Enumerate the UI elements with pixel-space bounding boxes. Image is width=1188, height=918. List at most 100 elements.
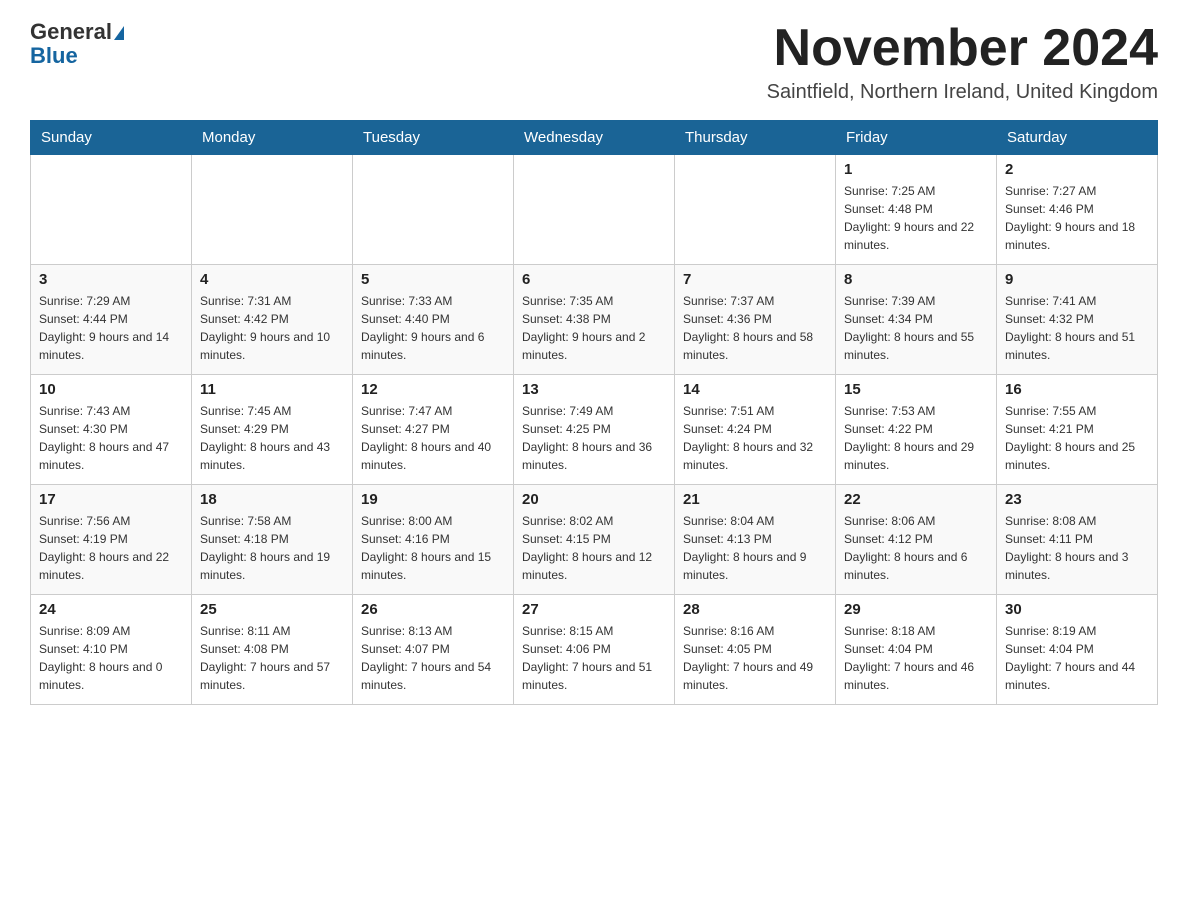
day-info: Sunrise: 7:25 AMSunset: 4:48 PMDaylight:… (844, 182, 988, 254)
calendar-cell: 6 Sunrise: 7:35 AMSunset: 4:38 PMDaylight… (514, 265, 675, 375)
logo-general-text: General (30, 19, 112, 44)
day-number: 4 (200, 271, 344, 288)
day-number: 8 (844, 271, 988, 288)
day-number: 7 (683, 271, 827, 288)
day-info: Sunrise: 8:00 AMSunset: 4:16 PMDaylight:… (361, 512, 505, 584)
day-number: 9 (1005, 271, 1149, 288)
day-number: 10 (39, 381, 183, 398)
day-number: 1 (844, 161, 988, 178)
day-info: Sunrise: 8:08 AMSunset: 4:11 PMDaylight:… (1005, 512, 1149, 584)
calendar-cell: 22Sunrise: 8:06 AMSunset: 4:12 PMDayligh… (836, 485, 997, 595)
day-number: 25 (200, 601, 344, 618)
day-info: Sunrise: 7:39 AMSunset: 4:34 PMDaylight:… (844, 292, 988, 364)
calendar-cell: 2 Sunrise: 7:27 AMSunset: 4:46 PMDaylight… (997, 155, 1158, 265)
day-info: Sunrise: 7:53 AMSunset: 4:22 PMDaylight:… (844, 402, 988, 474)
day-header-tuesday: Tuesday (353, 121, 514, 155)
day-number: 11 (200, 381, 344, 398)
logo: General Blue (30, 20, 124, 68)
day-info: Sunrise: 8:19 AMSunset: 4:04 PMDaylight:… (1005, 622, 1149, 694)
day-info: Sunrise: 7:49 AMSunset: 4:25 PMDaylight:… (522, 402, 666, 474)
calendar-cell: 15 Sunrise: 7:53 AMSunset: 4:22 PMDayligh… (836, 375, 997, 485)
calendar-cell: 14 Sunrise: 7:51 AMSunset: 4:24 PMDayligh… (675, 375, 836, 485)
calendar-cell: 10Sunrise: 7:43 AMSunset: 4:30 PMDayligh… (31, 375, 192, 485)
day-info: Sunrise: 7:47 AMSunset: 4:27 PMDaylight:… (361, 402, 505, 474)
day-info: Sunrise: 8:15 AMSunset: 4:06 PMDaylight:… (522, 622, 666, 694)
day-number: 12 (361, 381, 505, 398)
day-info: Sunrise: 7:37 AMSunset: 4:36 PMDaylight:… (683, 292, 827, 364)
week-row-2: 3 Sunrise: 7:29 AMSunset: 4:44 PMDaylight… (31, 265, 1158, 375)
day-number: 6 (522, 271, 666, 288)
calendar-cell: 12 Sunrise: 7:47 AMSunset: 4:27 PMDayligh… (353, 375, 514, 485)
day-info: Sunrise: 8:13 AMSunset: 4:07 PMDaylight:… (361, 622, 505, 694)
calendar-cell: 1 Sunrise: 7:25 AMSunset: 4:48 PMDaylight… (836, 155, 997, 265)
day-info: Sunrise: 7:33 AMSunset: 4:40 PMDaylight:… (361, 292, 505, 364)
day-header-friday: Friday (836, 121, 997, 155)
day-info: Sunrise: 7:55 AMSunset: 4:21 PMDaylight:… (1005, 402, 1149, 474)
calendar-cell: 7 Sunrise: 7:37 AMSunset: 4:36 PMDaylight… (675, 265, 836, 375)
calendar-cell: 11 Sunrise: 7:45 AMSunset: 4:29 PMDayligh… (192, 375, 353, 485)
day-number: 16 (1005, 381, 1149, 398)
logo-blue-text: Blue (30, 44, 124, 68)
calendar-cell: 9 Sunrise: 7:41 AMSunset: 4:32 PMDaylight… (997, 265, 1158, 375)
month-title: November 2024 (767, 20, 1158, 77)
day-number: 13 (522, 381, 666, 398)
day-number: 14 (683, 381, 827, 398)
day-number: 18 (200, 491, 344, 508)
day-info: Sunrise: 7:45 AMSunset: 4:29 PMDaylight:… (200, 402, 344, 474)
day-info: Sunrise: 7:31 AMSunset: 4:42 PMDaylight:… (200, 292, 344, 364)
day-number: 27 (522, 601, 666, 618)
day-info: Sunrise: 7:35 AMSunset: 4:38 PMDaylight:… (522, 292, 666, 364)
calendar-cell: 30Sunrise: 8:19 AMSunset: 4:04 PMDayligh… (997, 595, 1158, 705)
day-number: 22 (844, 491, 988, 508)
day-number: 24 (39, 601, 183, 618)
day-info: Sunrise: 8:16 AMSunset: 4:05 PMDaylight:… (683, 622, 827, 694)
logo-triangle-icon (114, 26, 124, 40)
day-info: Sunrise: 7:41 AMSunset: 4:32 PMDaylight:… (1005, 292, 1149, 364)
day-info: Sunrise: 8:18 AMSunset: 4:04 PMDaylight:… (844, 622, 988, 694)
calendar-cell: 8 Sunrise: 7:39 AMSunset: 4:34 PMDaylight… (836, 265, 997, 375)
day-info: Sunrise: 7:58 AMSunset: 4:18 PMDaylight:… (200, 512, 344, 584)
day-number: 2 (1005, 161, 1149, 178)
day-number: 15 (844, 381, 988, 398)
calendar-cell: 4 Sunrise: 7:31 AMSunset: 4:42 PMDaylight… (192, 265, 353, 375)
day-number: 17 (39, 491, 183, 508)
day-number: 5 (361, 271, 505, 288)
calendar-cell: 28 Sunrise: 8:16 AMSunset: 4:05 PMDayligh… (675, 595, 836, 705)
day-number: 23 (1005, 491, 1149, 508)
calendar-cell: 3 Sunrise: 7:29 AMSunset: 4:44 PMDaylight… (31, 265, 192, 375)
day-info: Sunrise: 7:56 AMSunset: 4:19 PMDaylight:… (39, 512, 183, 584)
day-info: Sunrise: 8:09 AMSunset: 4:10 PMDaylight:… (39, 622, 183, 694)
calendar-cell: 29 Sunrise: 8:18 AMSunset: 4:04 PMDayligh… (836, 595, 997, 705)
calendar-cell (353, 155, 514, 265)
calendar-cell: 26 Sunrise: 8:13 AMSunset: 4:07 PMDayligh… (353, 595, 514, 705)
calendar-cell: 23 Sunrise: 8:08 AMSunset: 4:11 PMDayligh… (997, 485, 1158, 595)
location-title: Saintfield, Northern Ireland, United Kin… (767, 81, 1158, 104)
calendar-cell: 5 Sunrise: 7:33 AMSunset: 4:40 PMDaylight… (353, 265, 514, 375)
day-info: Sunrise: 7:51 AMSunset: 4:24 PMDaylight:… (683, 402, 827, 474)
day-number: 29 (844, 601, 988, 618)
day-info: Sunrise: 7:27 AMSunset: 4:46 PMDaylight:… (1005, 182, 1149, 254)
week-row-3: 10Sunrise: 7:43 AMSunset: 4:30 PMDayligh… (31, 375, 1158, 485)
day-info: Sunrise: 7:29 AMSunset: 4:44 PMDaylight:… (39, 292, 183, 364)
day-number: 28 (683, 601, 827, 618)
day-number: 3 (39, 271, 183, 288)
calendar-cell: 21 Sunrise: 8:04 AMSunset: 4:13 PMDayligh… (675, 485, 836, 595)
day-header-monday: Monday (192, 121, 353, 155)
calendar-cell: 18 Sunrise: 7:58 AMSunset: 4:18 PMDayligh… (192, 485, 353, 595)
day-info: Sunrise: 8:02 AMSunset: 4:15 PMDaylight:… (522, 512, 666, 584)
calendar-cell: 24 Sunrise: 8:09 AMSunset: 4:10 PMDayligh… (31, 595, 192, 705)
calendar-cell: 16 Sunrise: 7:55 AMSunset: 4:21 PMDayligh… (997, 375, 1158, 485)
day-header-saturday: Saturday (997, 121, 1158, 155)
day-info: Sunrise: 8:11 AMSunset: 4:08 PMDaylight:… (200, 622, 344, 694)
calendar-cell (31, 155, 192, 265)
calendar-cell: 27 Sunrise: 8:15 AMSunset: 4:06 PMDayligh… (514, 595, 675, 705)
header: General Blue November 2024 Saintfield, N… (30, 20, 1158, 104)
calendar-cell: 25 Sunrise: 8:11 AMSunset: 4:08 PMDayligh… (192, 595, 353, 705)
day-number: 21 (683, 491, 827, 508)
day-number: 20 (522, 491, 666, 508)
day-number: 26 (361, 601, 505, 618)
calendar-cell: 20 Sunrise: 8:02 AMSunset: 4:15 PMDayligh… (514, 485, 675, 595)
day-header-wednesday: Wednesday (514, 121, 675, 155)
calendar-cell: 17 Sunrise: 7:56 AMSunset: 4:19 PMDayligh… (31, 485, 192, 595)
day-info: Sunrise: 8:04 AMSunset: 4:13 PMDaylight:… (683, 512, 827, 584)
